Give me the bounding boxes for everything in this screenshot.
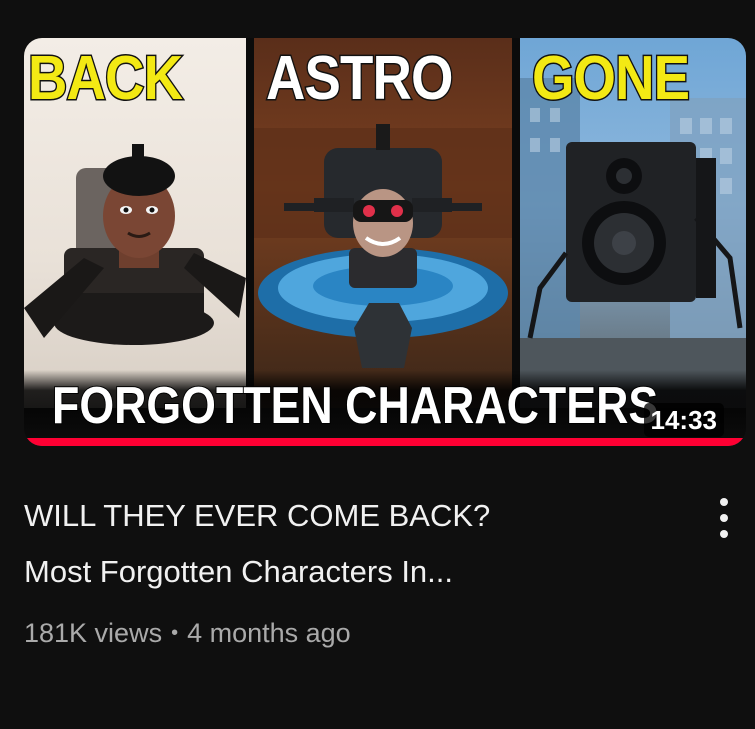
duration-badge: 14:33 <box>643 403 724 437</box>
watch-progress-fill <box>24 438 746 446</box>
thumbnail-word-back: BACK <box>27 43 185 115</box>
thumbnail-word-gone: GONE <box>531 43 692 115</box>
video-card[interactable]: BACK ASTRO GONE FORGOTTEN CHARACTERS 14:… <box>0 0 755 729</box>
view-count: 181K views <box>24 618 163 648</box>
thumbnail-word-astro: ASTRO <box>265 43 455 115</box>
more-dot <box>720 514 728 522</box>
watch-progress-bar <box>24 438 746 446</box>
panel-divider <box>246 38 254 408</box>
more-dot <box>720 530 728 538</box>
video-metadata: 181K views • 4 months ago <box>24 618 351 649</box>
video-title[interactable]: WILL THEY EVER COME BACK? Most Forgotten… <box>24 488 664 600</box>
video-thumbnail[interactable]: BACK ASTRO GONE FORGOTTEN CHARACTERS 14:… <box>24 38 746 446</box>
panel-divider <box>512 38 520 408</box>
thumbnail-banner-text: FORGOTTEN CHARACTERS <box>51 376 659 436</box>
video-title-line-1[interactable]: WILL THEY EVER COME BACK? <box>24 488 664 544</box>
meta-separator: • <box>171 622 179 644</box>
video-title-line-2[interactable]: Most Forgotten Characters In... <box>24 544 664 600</box>
more-vertical-icon[interactable] <box>700 490 750 546</box>
upload-age: 4 months ago <box>187 618 351 648</box>
more-dot <box>720 498 728 506</box>
